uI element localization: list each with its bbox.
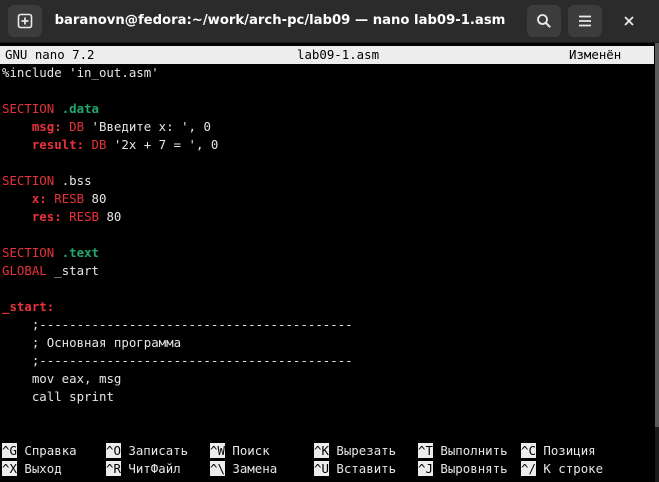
code-line: x: RESB 80 <box>31 191 107 206</box>
file-name: lab09-1.asm <box>297 47 380 62</box>
plus-square-icon <box>17 13 33 29</box>
code-line: msg: DB 'Введите x: ', 0 <box>31 119 211 134</box>
close-button[interactable] <box>612 5 646 37</box>
code-line: res: RESB 80 <box>31 209 122 224</box>
shortcut-go-to-line[interactable]: ^/ К строке <box>521 460 603 478</box>
window-title: baranovn@fedora:~/work/arch-pc/lab09 — n… <box>54 13 506 28</box>
code-line: ;---------------------------------------… <box>31 353 353 368</box>
hamburger-menu-icon <box>579 15 591 27</box>
title-bar: baranovn@fedora:~/work/arch-pc/lab09 — n… <box>0 0 659 43</box>
shortcut-help[interactable]: ^G Справка <box>2 442 77 460</box>
shortcut-exit[interactable]: ^X Выход <box>2 460 62 478</box>
search-button[interactable] <box>527 5 561 37</box>
modified-status: Изменён <box>569 47 622 62</box>
code-line: ; Основная программа <box>31 335 182 350</box>
shortcut-replace[interactable]: ^\ Замена <box>210 460 277 478</box>
code-line: call sprint <box>31 389 114 404</box>
nano-version: GNU nano 7.2 <box>5 47 95 62</box>
code-line: result: DB '2x + 7 = ', 0 <box>31 137 219 152</box>
code-line: _start: <box>2 299 55 314</box>
code-line: mov eax, msg <box>31 371 122 386</box>
terminal-area[interactable]: GNU nano 7.2 lab09-1.asm Изменён %includ… <box>0 43 659 482</box>
scrollbar[interactable] <box>655 43 659 482</box>
shortcut-search[interactable]: ^W Поиск <box>210 442 270 460</box>
menu-button[interactable] <box>568 5 602 37</box>
terminal-window: baranovn@fedora:~/work/arch-pc/lab09 — n… <box>0 0 659 482</box>
shortcut-justify[interactable]: ^J Выровнять <box>418 460 508 478</box>
code-line: GLOBAL _start <box>2 263 99 278</box>
close-icon <box>624 16 634 26</box>
shortcut-read-file[interactable]: ^R ЧитФайл <box>106 460 181 478</box>
new-tab-button[interactable] <box>8 5 42 37</box>
code-line: SECTION .text <box>2 245 99 260</box>
shortcut-write-out[interactable]: ^O Записать <box>106 442 188 460</box>
scrollbar-thumb[interactable] <box>655 43 659 427</box>
shortcut-execute[interactable]: ^T Выполнить <box>418 442 508 460</box>
code-line: %include 'in_out.asm' <box>2 65 159 80</box>
code-line: SECTION .data <box>2 101 99 116</box>
shortcut-cut[interactable]: ^K Вырезать <box>314 442 396 460</box>
shortcut-paste[interactable]: ^U Вставить <box>314 460 396 478</box>
search-icon <box>537 14 551 28</box>
code-line: SECTION .bss <box>2 173 92 188</box>
nano-header-bar: GNU nano 7.2 lab09-1.asm Изменён <box>0 46 654 64</box>
code-line: ;---------------------------------------… <box>31 317 353 332</box>
shortcut-location[interactable]: ^C Позиция <box>521 442 596 460</box>
